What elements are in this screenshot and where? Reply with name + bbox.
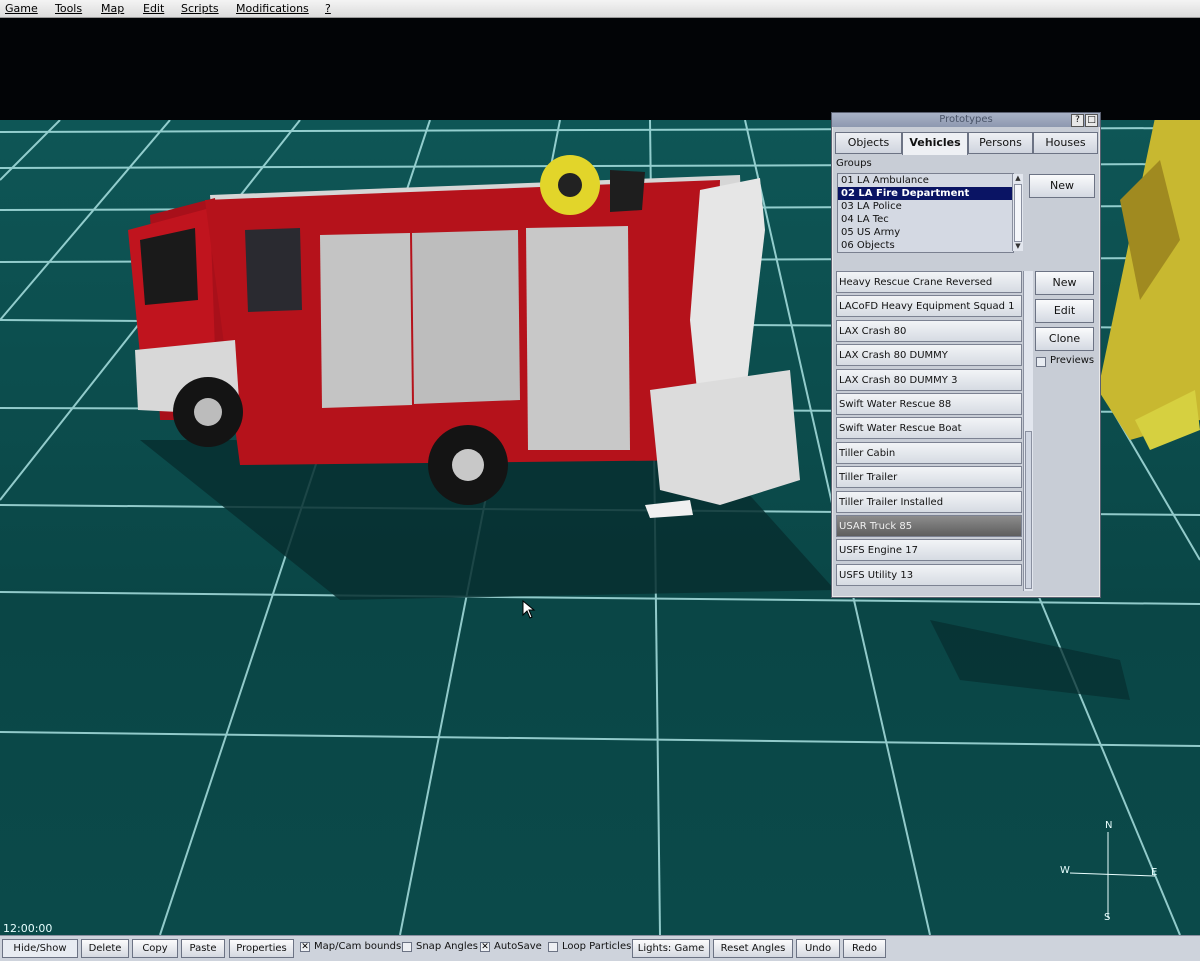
- mouse-cursor-icon: [522, 600, 536, 619]
- list-item[interactable]: Tiller Trailer Installed: [836, 490, 1022, 513]
- list-item[interactable]: LAX Crash 80 DUMMY: [836, 344, 1022, 367]
- compass-cross: [1069, 832, 1156, 918]
- snap-angles-label: Snap Angles: [416, 941, 479, 952]
- copy-button[interactable]: Copy: [132, 939, 178, 958]
- category-tabs: Objects Vehicles Persons Houses: [835, 132, 1098, 155]
- group-item[interactable]: 01 LA Ambulance: [838, 174, 1013, 187]
- panel-title: Prototypes: [939, 114, 993, 125]
- undo-button[interactable]: Undo: [796, 939, 840, 958]
- group-item[interactable]: 05 US Army: [838, 226, 1013, 239]
- vehicle-list-scrollbar[interactable]: [1023, 271, 1033, 591]
- menu-scripts[interactable]: Scripts: [181, 2, 219, 15]
- list-item[interactable]: Heavy Rescue Crane Reversed: [836, 271, 1022, 293]
- list-item[interactable]: LAX Crash 80: [836, 319, 1022, 342]
- group-item-selected[interactable]: 02 LA Fire Department: [838, 187, 1013, 200]
- groups-label: Groups: [836, 158, 872, 169]
- tab-houses[interactable]: Houses: [1033, 132, 1098, 154]
- vehicle-list[interactable]: Heavy Rescue Crane Reversed LACoFD Heavy…: [836, 271, 1022, 589]
- tab-vehicles[interactable]: Vehicles: [902, 132, 968, 155]
- edit-button[interactable]: Edit: [1035, 299, 1094, 323]
- groups-list[interactable]: 01 LA Ambulance 02 LA Fire Department 03…: [837, 173, 1014, 253]
- game-clock: 12:00:00: [3, 922, 53, 935]
- group-item[interactable]: 03 LA Police: [838, 200, 1013, 213]
- scroll-up-icon[interactable]: ▲: [1013, 174, 1023, 183]
- snap-angles-checkbox[interactable]: [402, 942, 412, 952]
- menu-edit[interactable]: Edit: [143, 2, 164, 15]
- loop-particles-checkbox[interactable]: [548, 942, 558, 952]
- tab-objects[interactable]: Objects: [835, 132, 902, 154]
- list-item-selected[interactable]: USAR Truck 85: [836, 514, 1022, 537]
- reset-angles-button[interactable]: Reset Angles: [713, 939, 793, 958]
- menu-help[interactable]: ?: [325, 2, 331, 15]
- panel-titlebar[interactable]: Prototypes ? □: [832, 113, 1100, 127]
- list-item[interactable]: Tiller Cabin: [836, 441, 1022, 464]
- group-item[interactable]: 06 Objects: [838, 239, 1013, 252]
- groups-scrollbar[interactable]: ▲ ▼: [1012, 174, 1023, 251]
- scroll-thumb[interactable]: [1025, 431, 1032, 589]
- hide-show-button[interactable]: Hide/Show: [2, 939, 78, 958]
- list-item[interactable]: LACoFD Heavy Equipment Squad 1: [836, 295, 1022, 318]
- menu-game[interactable]: Game: [5, 2, 38, 15]
- groups-new-button[interactable]: New: [1029, 174, 1095, 198]
- properties-button[interactable]: Properties: [229, 939, 294, 958]
- list-item[interactable]: LAX Crash 80 DUMMY 3: [836, 368, 1022, 391]
- map-cam-bounds-checkbox[interactable]: ✕: [300, 942, 310, 952]
- redo-button[interactable]: Redo: [843, 939, 886, 958]
- loop-particles-label: Loop Particles: [562, 941, 632, 952]
- scroll-down-icon[interactable]: ▼: [1013, 242, 1023, 251]
- delete-button[interactable]: Delete: [81, 939, 129, 958]
- menu-modifications[interactable]: Modifications: [236, 2, 309, 15]
- list-item[interactable]: USFS Engine 17: [836, 539, 1022, 562]
- help-button[interactable]: ?: [1071, 114, 1084, 127]
- lights-button[interactable]: Lights: Game: [632, 939, 710, 958]
- group-item[interactable]: 04 LA Tec: [838, 213, 1013, 226]
- autosave-label: AutoSave: [494, 941, 542, 952]
- sky-background: [0, 18, 1200, 120]
- list-item[interactable]: USFS Utility 13: [836, 563, 1022, 586]
- previews-checkbox[interactable]: [1036, 357, 1046, 367]
- previews-label: Previews: [1050, 355, 1095, 366]
- menu-map[interactable]: Map: [101, 2, 124, 15]
- bottom-toolbar: Hide/Show Delete Copy Paste Properties ✕…: [0, 935, 1200, 961]
- list-item[interactable]: Swift Water Rescue Boat: [836, 417, 1022, 440]
- clone-button[interactable]: Clone: [1035, 327, 1094, 351]
- new-button[interactable]: New: [1035, 271, 1094, 295]
- prototypes-panel: Prototypes ? □ Objects Vehicles Persons …: [831, 112, 1101, 598]
- list-item[interactable]: Tiller Trailer: [836, 466, 1022, 489]
- paste-button[interactable]: Paste: [181, 939, 225, 958]
- menu-tools[interactable]: Tools: [55, 2, 82, 15]
- menu-bar: Game Tools Map Edit Scripts Modification…: [0, 0, 1200, 18]
- list-item[interactable]: Swift Water Rescue 88: [836, 392, 1022, 415]
- autosave-checkbox[interactable]: ✕: [480, 942, 490, 952]
- map-cam-bounds-label: Map/Cam bounds: [314, 941, 402, 952]
- maximize-button[interactable]: □: [1085, 114, 1098, 127]
- scroll-thumb[interactable]: [1014, 184, 1022, 242]
- tab-persons[interactable]: Persons: [968, 132, 1033, 154]
